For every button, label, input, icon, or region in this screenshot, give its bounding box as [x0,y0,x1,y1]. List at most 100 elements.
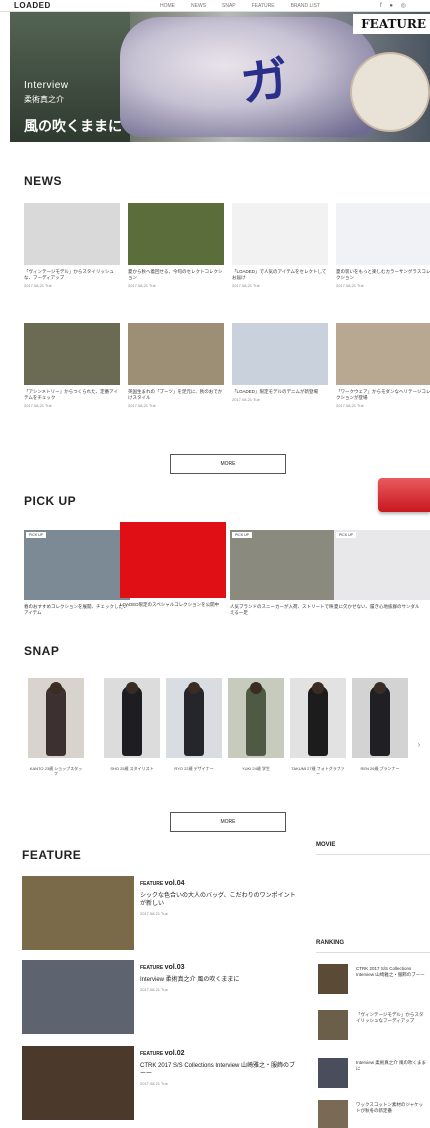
snap-photo[interactable] [28,678,84,758]
hero-title: 風の吹くままに [24,118,122,134]
pickup-card[interactable]: PICK UP 夏に欠かせない、履き心地抜群のサンダル [334,530,430,610]
feature-text[interactable]: FEATURE vol.02 CTRK 2017 S/S Collections … [140,1050,300,1088]
news-thumbnail[interactable] [128,323,224,385]
ranking-thumbnail[interactable] [318,1010,348,1040]
ranking-thumbnail[interactable] [318,1058,348,1088]
news-thumbnail[interactable] [232,203,328,265]
nav-item-feature[interactable]: FEATURE [252,3,275,9]
pickup-caption[interactable]: 春のおすすめコレクションを展開、チェックしたいアイテム [24,604,130,616]
nav-item-snap[interactable]: SNAP [222,3,236,9]
feature-title[interactable]: シックな色合いの大人のバッグ、こだわりのワンポイントが新しい [140,892,300,908]
snap-heading: SNAP [24,644,60,658]
news-caption[interactable]: 「ワークウェア」からモダンなヘリテージコレクションが登場 [336,389,430,401]
snap-photo[interactable] [352,678,408,758]
feature-thumbnail[interactable] [22,1046,134,1120]
news-card[interactable]: 「ヴィンテージモデル」からスタイリッシュな、フーディアップ 2017.08.21 … [24,203,120,288]
pickup-caption[interactable]: 夏に欠かせない、履き心地抜群のサンダル [334,604,430,610]
news-card[interactable]: 「アシンメトリー」からつくられた、定番アイテムをチェック 2017.08.21 T… [24,323,120,408]
nav-item-news[interactable]: NEWS [191,3,206,9]
feature-label-text: FEATURE [140,881,164,887]
news-thumbnail[interactable] [336,203,430,265]
news-caption[interactable]: 「LOADED」限定モデルのデニムが新登場 [232,389,328,395]
pickup-caption[interactable]: LOADED限定のスペシャルコレクションを公開中 [120,602,226,608]
nav-item-home[interactable]: HOME [160,3,175,9]
news-thumbnail[interactable] [128,203,224,265]
snap-person [184,686,204,756]
news-card[interactable]: 英国生まれの「ブーツ」を足元に、秋のおでかけスタイル 2017.08.21 Tue [128,323,224,408]
ranking-title[interactable]: ワックスコットン素材のジャケットが秋冬の新定番 [356,1102,426,1114]
social-icons[interactable]: f ● ◎ [380,2,409,9]
news-caption[interactable]: 英国生まれの「ブーツ」を足元に、秋のおでかけスタイル [128,389,224,401]
pickup-caption[interactable]: 人気ブランドのスニーカーが入荷、ストリートで映える一足 [230,604,336,616]
snap-caption[interactable]: YUKI 24歳 学生 [228,766,284,771]
news-card[interactable]: 夏から秋へ着回せる、今旬のセレクトコレクション 2017.08.21 Tue [128,203,224,288]
feature-label-text: FEATURE [140,1051,164,1057]
news-date: 2017.08.21 Tue [336,403,364,408]
nav-item-brand-list[interactable]: BRAND LIST [291,3,320,9]
ranking-title[interactable]: CTRK 2017 S/S Collections Interview 山崎雅之… [356,966,426,978]
news-caption[interactable]: 夏から秋へ着回せる、今旬のセレクトコレクション [128,269,224,281]
ranking-title[interactable]: 「ヴィンテージモデル」からスタイリッシュなフーディアップ [356,1012,426,1024]
news-thumbnail[interactable] [232,323,328,385]
news-card[interactable]: 「LOADED」限定モデルのデニムが新登場 2017.08.21 Tue [232,323,328,402]
news-card[interactable]: 夏の装いをもっと楽しむカラーサングラスコレクション 2017.08.21 Tue [336,203,430,288]
snap-head [312,682,324,694]
snap-head [374,682,386,694]
snap-photo[interactable] [290,678,346,758]
pickup-thumbnail[interactable] [120,522,226,598]
hero-interview-label: Interview [24,80,69,91]
pickup-tag: PICK UP [232,532,253,538]
ranking-thumbnail[interactable] [318,1100,348,1128]
feature-date: 2017.08.21 Tue [140,987,168,992]
feature-thumbnail[interactable] [22,876,134,950]
pickup-card[interactable]: LOADED限定のスペシャルコレクションを公開中 [120,522,226,608]
site-logo[interactable]: LOADED [14,1,51,10]
snap-caption[interactable]: REN 26歳 プランナー [352,766,408,771]
news-date: 2017.08.21 Tue [232,397,260,402]
feature-text[interactable]: FEATURE vol.04 シックな色合いの大人のバッグ、こだわりのワンポイント… [140,880,300,918]
news-card[interactable]: 「LOADED」で人気のアイテムをセレクトしてお届け 2017.08.21 Tue [232,203,328,288]
news-more-button[interactable]: MORE [170,454,286,474]
snap-photo[interactable] [166,678,222,758]
news-caption[interactable]: 夏の装いをもっと楽しむカラーサングラスコレクション [336,269,430,281]
news-card[interactable]: 「ワークウェア」からモダンなヘリテージコレクションが登場 2017.08.21 T… [336,323,430,408]
snap-more-button[interactable]: MORE [170,812,286,832]
feature-heading: FEATURE [22,848,82,862]
floating-red-button[interactable] [378,478,430,512]
snap-caption[interactable]: TAKUMI 27歳 フォトグラファー [290,766,346,776]
news-date: 2017.08.21 Tue [128,403,156,408]
feature-vol: vol.04 [164,880,185,887]
news-caption[interactable]: 「LOADED」で人気のアイテムをセレクトしてお届け [232,269,328,281]
news-thumbnail[interactable] [336,323,430,385]
news-caption[interactable]: 「アシンメトリー」からつくられた、定番アイテムをチェック [24,389,120,401]
snap-caption[interactable]: KANTO 23歳 ショップスタッフ [28,766,84,776]
hero-banner[interactable]: ガ FEATURE Interview 柔術真之介 風の吹くままに [10,12,430,142]
feature-title[interactable]: Interview 柔術真之介 風の吹くままに [140,976,300,984]
snap-person [122,686,142,756]
news-caption[interactable]: 「ヴィンテージモデル」からスタイリッシュな、フーディアップ [24,269,120,281]
snap-caption[interactable]: SHO 25歳 スタイリスト [104,766,160,771]
hero-fan [350,52,430,132]
snap-next-arrow[interactable]: › [412,734,426,756]
feature-thumbnail[interactable] [22,960,134,1034]
pickup-thumbnail[interactable]: PICK UP [230,530,336,600]
snap-photo[interactable] [228,678,284,758]
snap-caption[interactable]: RYO 22歳 デザイナー [166,766,222,771]
snap-photo[interactable] [104,678,160,758]
ranking-thumbnail[interactable] [318,964,348,994]
news-date: 2017.08.21 Tue [24,283,52,288]
news-thumbnail[interactable] [24,323,120,385]
pickup-card[interactable]: PICK UP 人気ブランドのスニーカーが入荷、ストリートで映える一足 [230,530,336,616]
ranking-divider [316,952,430,953]
feature-title[interactable]: CTRK 2017 S/S Collections Interview 山崎雅之… [140,1062,300,1078]
pickup-tag: PICK UP [26,532,47,538]
news-date: 2017.08.21 Tue [336,283,364,288]
feature-text[interactable]: FEATURE vol.03 Interview 柔術真之介 風の吹くままに 201… [140,964,300,994]
feature-date: 2017.08.21 Tue [140,911,168,916]
news-thumbnail[interactable] [24,203,120,265]
pickup-card[interactable]: PICK UP 春のおすすめコレクションを展開、チェックしたいアイテム [24,530,130,616]
ranking-title[interactable]: Interview 柔術真之介 風の吹くままに [356,1060,426,1072]
news-date: 2017.08.21 Tue [24,403,52,408]
pickup-thumbnail[interactable]: PICK UP [24,530,130,600]
pickup-thumbnail[interactable]: PICK UP [334,530,430,600]
